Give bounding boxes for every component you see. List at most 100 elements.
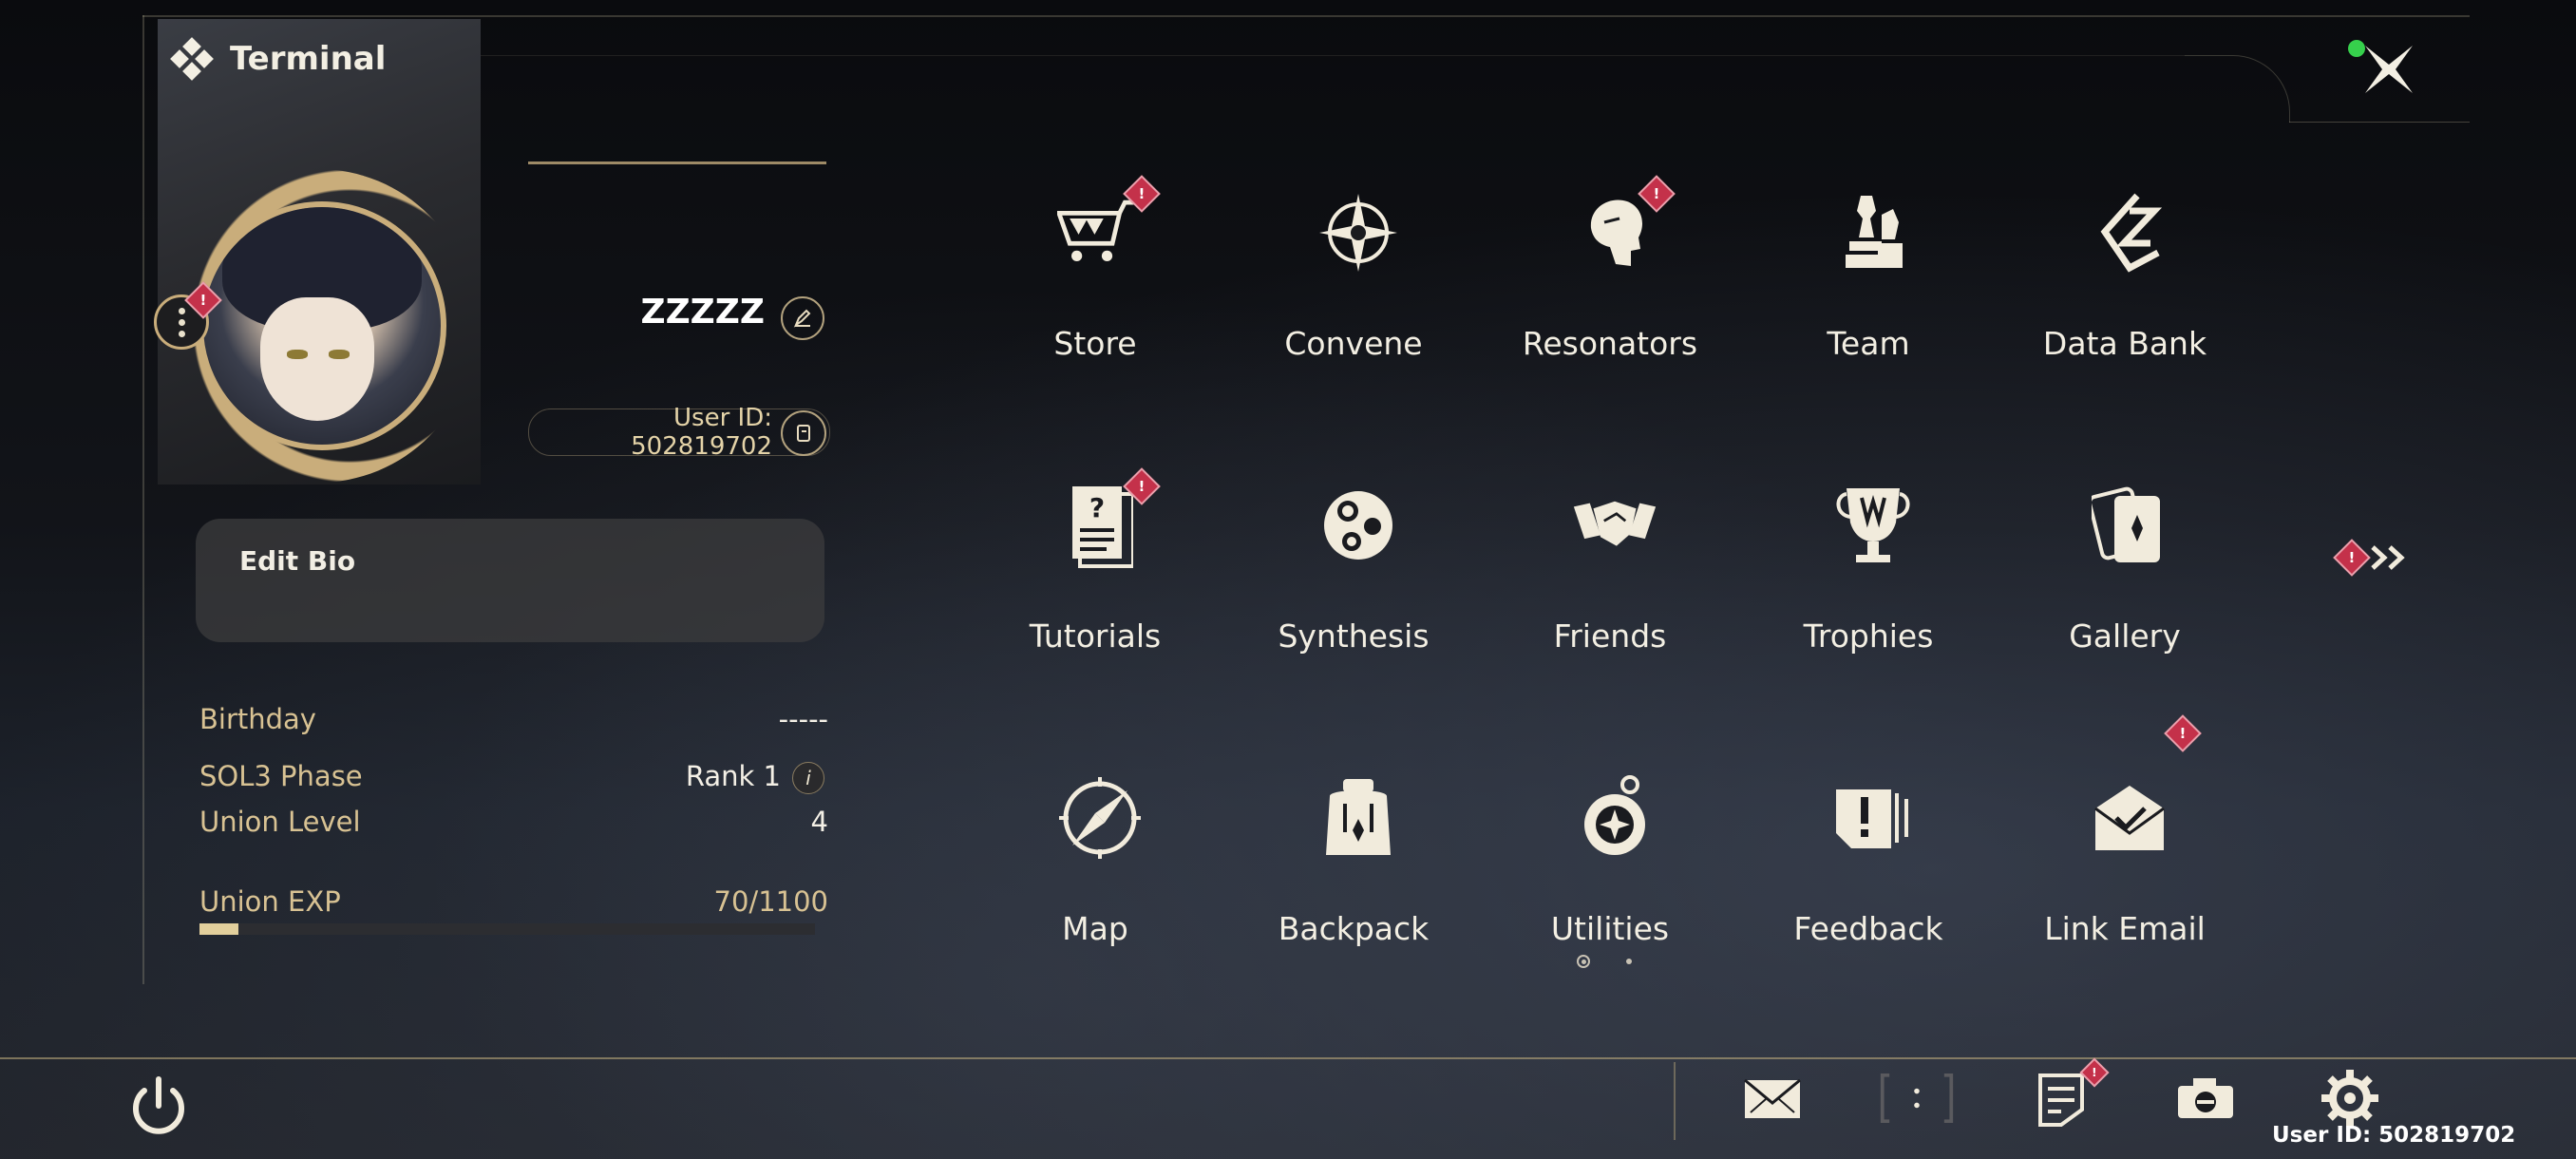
terminal-header: Terminal (170, 37, 387, 81)
user-id-text: User ID: 502819702 (631, 404, 772, 461)
mail-button[interactable] (1734, 1068, 1810, 1129)
menu-label: Feedback (1793, 910, 1943, 947)
page-dot-current[interactable] (1577, 955, 1590, 968)
menu-item-feedback[interactable]: Feedback (1759, 737, 1978, 975)
pencil-icon (793, 309, 811, 328)
bottom-bar-divider (0, 1057, 2576, 1059)
menu-item-synthesis[interactable]: Synthesis (1244, 445, 1463, 682)
menu-item-trophies[interactable]: Trophies (1759, 445, 1978, 682)
menu-item-friends[interactable]: Friends (1501, 445, 1719, 682)
avatar-eye (329, 350, 350, 359)
frame-curve (2185, 55, 2290, 123)
power-icon (133, 1076, 184, 1134)
page-dot[interactable] (1626, 959, 1632, 964)
edit-name-button[interactable] (781, 296, 824, 340)
svg-text:?: ? (1089, 492, 1105, 523)
menu-label: Synthesis (1278, 618, 1430, 655)
cards-icon (2087, 483, 2172, 568)
menu-item-utilities[interactable]: Utilities (1501, 737, 1719, 975)
mail-icon (1744, 1078, 1801, 1118)
alert-badge: ! (2333, 539, 2371, 577)
info-icon[interactable]: i (792, 762, 824, 794)
menu-item-map[interactable]: Map (986, 737, 1204, 975)
handshake-icon (1572, 483, 1657, 568)
trophy-icon (1830, 483, 1916, 568)
union-level-label: Union Level (199, 806, 361, 838)
menu-label: Gallery (2069, 618, 2181, 655)
menu-label: Backpack (1278, 910, 1430, 947)
synthesis-orb-icon (1316, 483, 1401, 568)
chat-bracket-icon (1880, 1073, 1954, 1124)
next-page-button[interactable]: ! (2333, 539, 2411, 577)
menu-item-convene[interactable]: Convene (1244, 152, 1463, 390)
menu-item-link-email[interactable]: ! Link Email (2016, 714, 2234, 975)
terminal-title: Terminal (230, 40, 387, 78)
edit-bio-label: Edit Bio (239, 545, 356, 577)
chat-button[interactable] (1879, 1068, 1955, 1129)
power-button[interactable] (123, 1072, 194, 1142)
menu-item-data-bank[interactable]: Data Bank (2016, 152, 2234, 390)
backpack-icon (1316, 775, 1401, 861)
menu-item-gallery[interactable]: Gallery (2016, 445, 2234, 682)
copy-user-id-button[interactable] (781, 410, 826, 456)
menu-label: Tutorials (1029, 618, 1162, 655)
sol3-phase-label: SOL3 Phase (199, 760, 363, 792)
chess-team-icon (1830, 190, 1916, 276)
union-exp-bar (199, 923, 815, 935)
menu-label: Utilities (1550, 910, 1670, 947)
bottom-user-id: User ID: 502819702 (2272, 1123, 2516, 1148)
compass-star-icon (1316, 190, 1401, 276)
close-button[interactable] (2346, 36, 2432, 103)
menu-label: Friends (1553, 618, 1667, 655)
birthday-label: Birthday (199, 703, 316, 735)
settings-button[interactable] (2312, 1068, 2388, 1129)
menu-label: Trophies (1803, 618, 1934, 655)
double-chevron-right-icon (2371, 545, 2405, 570)
union-exp-label: Union EXP (199, 885, 341, 918)
name-divider (528, 162, 826, 164)
camera-icon (2178, 1078, 2233, 1118)
bottom-bar-separator (1674, 1062, 1676, 1140)
edit-bio-box[interactable]: Edit Bio (196, 519, 824, 642)
alert-badge: ! (2164, 714, 2202, 752)
menu-item-tutorials[interactable]: ? ! Tutorials (986, 445, 1204, 682)
avatar[interactable] (198, 201, 446, 450)
menu-item-backpack[interactable]: Backpack (1244, 737, 1463, 975)
frame-line-right (2289, 122, 2470, 123)
sol3-phase-value: Rank 1 (685, 760, 781, 792)
frame-line-middle (475, 55, 2185, 56)
map-compass-icon (1057, 775, 1143, 861)
menu-label: Store (1053, 325, 1137, 362)
page-indicator (1577, 955, 1632, 968)
menu-label: Convene (1284, 325, 1423, 362)
close-icon (2365, 46, 2413, 93)
email-link-icon (2087, 775, 2172, 861)
terminal-icon (170, 37, 214, 81)
menu-label: Resonators (1522, 325, 1698, 362)
username: ZZZZZ (640, 293, 765, 332)
union-exp-fill (199, 923, 239, 935)
menu-label: Link Email (2044, 910, 2206, 947)
union-exp-value: 70/1100 (713, 885, 828, 918)
frame-line-top (142, 15, 2470, 17)
question-document-icon: ? (1057, 483, 1143, 568)
copy-icon (797, 425, 810, 442)
menu-label: Data Bank (2042, 325, 2207, 362)
birthday-value: ----- (778, 703, 828, 735)
feedback-icon (1830, 775, 1916, 861)
menu-label: Map (1062, 910, 1128, 947)
utilities-icon (1572, 775, 1657, 861)
camera-button[interactable] (2168, 1068, 2244, 1129)
menu-item-store[interactable]: ! Store (986, 152, 1204, 390)
cart-icon (1057, 190, 1143, 276)
menu-item-team[interactable]: Team (1759, 152, 1978, 390)
frame-line-left (142, 15, 144, 984)
avatar-eye (287, 350, 308, 359)
data-bank-icon (2087, 190, 2172, 276)
character-head-icon (1572, 190, 1657, 276)
avatar-face (260, 297, 374, 421)
menu-label: Team (1827, 325, 1910, 362)
union-level-value: 4 (810, 806, 828, 838)
menu-item-resonators[interactable]: ! Resonators (1501, 152, 1719, 390)
notice-icon (2038, 1074, 2084, 1127)
